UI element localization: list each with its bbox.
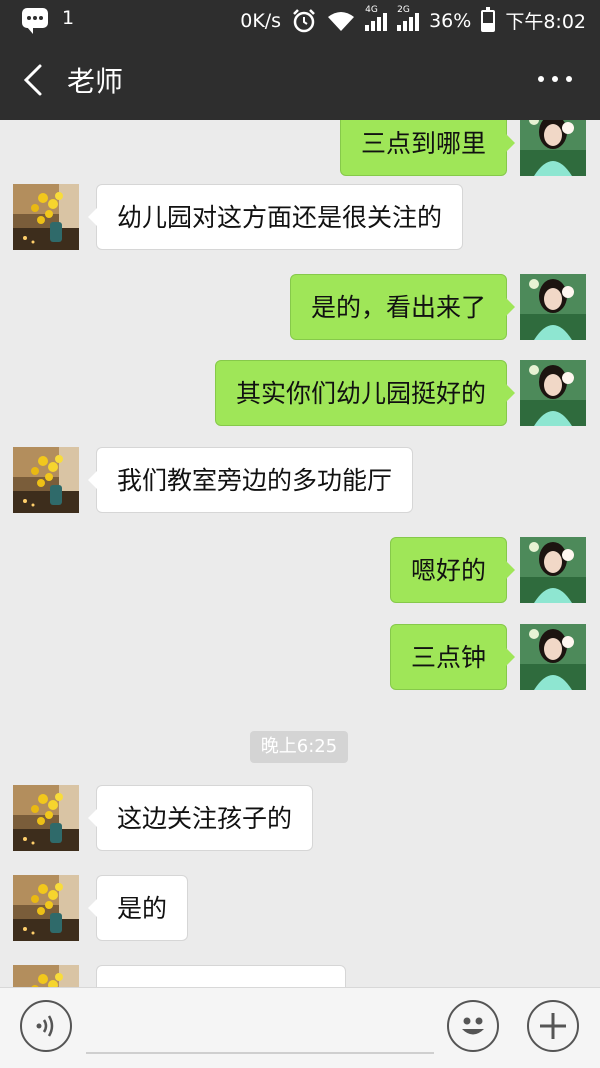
voice-button[interactable] [20,1000,72,1052]
battery-icon [481,6,496,32]
voice-icon [36,1015,54,1037]
message-bubble[interactable]: 这边关注孩子的 [87,785,314,851]
avatar[interactable] [520,624,586,690]
message-input[interactable] [86,1052,434,1054]
avatar[interactable] [13,785,79,851]
input-bar [0,987,600,1068]
avatar[interactable] [520,360,586,426]
wifi-icon [328,11,355,31]
back-arrow-icon[interactable] [18,62,52,98]
avatar[interactable] [13,184,79,250]
message-bubble[interactable]: 三点到哪里 [339,120,516,176]
message-bubble[interactable]: 三点钟 [389,624,516,690]
alarm-icon [293,8,315,32]
clock: 下午8:02 [505,11,586,33]
message-bubble[interactable]: 嗯好的 [389,537,516,603]
message-icon [22,8,48,34]
status-bar: 1 0K/s 4G 2G 36% 下午8:02 [0,0,600,40]
signal-4g-icon: 4G [365,5,388,31]
avatar[interactable] [13,447,79,513]
avatar[interactable] [520,537,586,603]
plus-icon [540,1013,566,1039]
timestamp: 晚上6:25 [250,731,348,763]
battery-percent: 36% [429,9,472,32]
plus-button[interactable] [527,1000,579,1052]
avatar[interactable] [13,965,79,987]
chat-title: 老师 [67,65,124,98]
avatar[interactable] [520,274,586,340]
net-speed: 0K/s [240,9,282,32]
chat-area[interactable]: 三点到哪里 幼儿园对这方面还是很关注的 是的，看出来了 其实你们幼儿园挺好的 我… [0,120,600,987]
message-bubble[interactable]: 幼儿园对这方面还是很关注的 [87,184,464,250]
emoji-icon [462,1017,484,1035]
avatar[interactable] [13,875,79,941]
avatar[interactable] [520,120,586,176]
message-bubble[interactable]: 是的 [87,875,189,941]
more-dots-icon[interactable] [538,76,572,82]
message-bubble[interactable]: 是的，看出来了 [289,274,516,340]
status-left: 1 [22,7,75,34]
emoji-button[interactable] [447,1000,499,1052]
title-bar: 老师 [0,40,600,120]
signal-2g-icon: 2G [397,5,420,31]
notification-count: 1 [62,7,75,29]
message-bubble[interactable]: 其实你们幼儿园挺好的 [214,360,516,426]
message-bubble[interactable] [96,965,346,987]
status-right: 0K/s 4G 2G 36% 下午8:02 [240,5,586,34]
message-bubble[interactable]: 我们教室旁边的多功能厅 [87,447,414,513]
